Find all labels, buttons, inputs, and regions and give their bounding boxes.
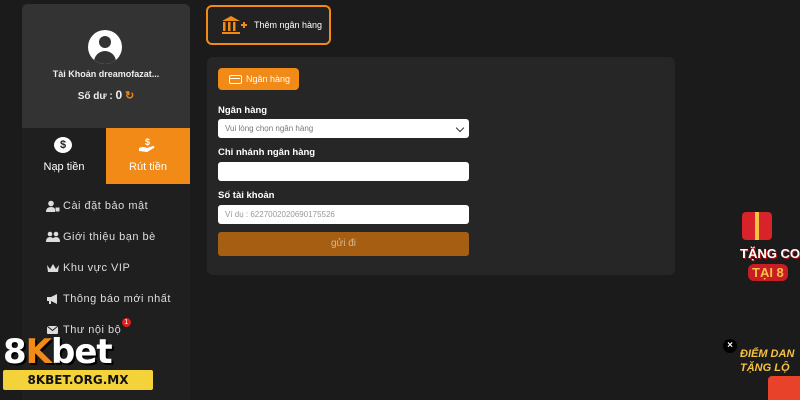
bank-form-panel: Ngân hàng Ngân hàng Vui lòng chọn ngân h… — [207, 57, 675, 275]
account-number-input[interactable]: Ví dụ : 6227002020690175526 — [218, 205, 469, 224]
bank-label: Ngân hàng — [218, 105, 268, 116]
promo-gift-line2: TẠI 8 — [748, 264, 788, 281]
tab-withdraw-label: Rút tiền — [129, 161, 167, 173]
sidebar-item-vip[interactable]: Khu vực VIP — [22, 252, 190, 283]
submit-button[interactable]: gửi đi — [218, 232, 469, 256]
avatar — [88, 30, 122, 64]
bank-select[interactable]: Vui lòng chọn ngân hàng — [218, 119, 469, 138]
close-icon[interactable]: × — [723, 339, 737, 353]
balance-row: Số dư : 0 ↻ — [22, 88, 190, 102]
money-bag-icon: $ — [54, 137, 72, 153]
chevron-down-icon — [455, 123, 465, 133]
tab-withdraw[interactable]: $ Rút tiền — [106, 128, 190, 184]
sidebar-item-label: Khu vực VIP — [63, 261, 131, 274]
brand-logo: 8Kbet 8KBET.ORG.MX — [3, 332, 153, 396]
bank-select-value: Vui lòng chọn ngân hàng — [225, 124, 314, 133]
add-bank-label: Thêm ngân hàng — [254, 20, 323, 30]
branch-label: Chi nhánh ngân hàng — [218, 147, 316, 158]
add-bank-button[interactable]: Thêm ngân hàng — [206, 5, 331, 45]
account-number-label: Số tài khoản — [218, 190, 275, 201]
promo-checkin-line2: TẶNG LỘ — [740, 362, 790, 374]
bank-section-label: Ngân hàng — [246, 74, 291, 84]
branch-input[interactable] — [218, 162, 469, 181]
bank-add-icon — [220, 15, 248, 35]
sidebar-item-announcements[interactable]: Thông báo mới nhất — [22, 283, 190, 314]
promo-banner-checkin[interactable]: ĐIỂM DAN TẶNG LỘ — [740, 348, 800, 400]
megaphone-icon — [46, 293, 60, 305]
gift-box-icon — [742, 212, 772, 240]
promo-graphic — [768, 376, 800, 400]
promo-gift-line1: TẶNG CO — [740, 246, 800, 261]
tab-deposit[interactable]: $ Nạp tiền — [22, 128, 106, 184]
brand-url: 8KBET.ORG.MX — [3, 370, 153, 390]
promo-banner-gift[interactable]: TẶNG CO TẠI 8 — [738, 212, 800, 292]
sidebar-item-referral[interactable]: Giới thiệu bạn bè — [22, 221, 190, 252]
hand-money-icon: $ — [138, 137, 156, 153]
profile-card: Tài Khoản dreamofazat... Số dư : 0 ↻ — [22, 4, 190, 128]
bank-section-pill[interactable]: Ngân hàng — [218, 68, 299, 90]
sidebar-item-label: Giới thiệu bạn bè — [63, 230, 156, 243]
credit-card-icon — [229, 74, 242, 84]
sidebar-item-label: Thông báo mới nhất — [63, 292, 171, 305]
deposit-withdraw-tabs: $ Nạp tiền $ Rút tiền — [22, 128, 190, 184]
balance-value: 0 — [115, 88, 123, 102]
sidebar-item-security[interactable]: Cài đặt bảo mật — [22, 190, 190, 221]
sidebar-item-label: Cài đặt bảo mật — [63, 199, 149, 212]
unread-badge: 1 — [122, 318, 131, 327]
crown-icon — [46, 262, 60, 274]
friends-icon — [46, 231, 60, 243]
promo-checkin-line1: ĐIỂM DAN — [740, 348, 795, 360]
refresh-icon[interactable]: ↻ — [125, 89, 134, 102]
account-name: Tài Khoản dreamofazat... — [52, 69, 160, 79]
user-lock-icon — [46, 200, 60, 212]
svg-text:$: $ — [145, 137, 150, 147]
brand-wordmark: 8Kbet — [3, 332, 113, 372]
tab-deposit-label: Nạp tiền — [43, 161, 85, 173]
sidebar-menu: Cài đặt bảo mật Giới thiệu bạn bè Khu vự… — [22, 190, 190, 345]
balance-label: Số dư : — [77, 91, 113, 102]
